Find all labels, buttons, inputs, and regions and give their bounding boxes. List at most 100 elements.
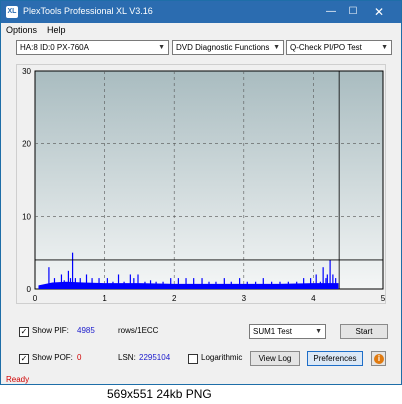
pi-error-bar [137, 274, 139, 289]
info-button[interactable]: i [371, 351, 386, 366]
chevron-down-icon: ▼ [273, 44, 280, 51]
pi-error-bar [149, 280, 152, 289]
pi-error-bar [123, 281, 125, 289]
pi-error-bar [177, 278, 179, 289]
show-pif-checkbox[interactable]: ✓ [19, 327, 29, 337]
pi-error-bar [98, 278, 100, 289]
pi-error-bar [208, 281, 210, 289]
show-pof-checkbox[interactable]: ✓ [19, 354, 29, 364]
pi-error-bar [79, 278, 81, 289]
function-select[interactable]: DVD Diagnostic Functions ▼ [172, 40, 284, 55]
pi-error-bar [185, 278, 187, 289]
pi-error-bar [279, 281, 281, 289]
lsn-value: 2295104 [139, 353, 171, 362]
minimize-button[interactable]: — [320, 4, 342, 20]
pif-value: 4985 [77, 326, 95, 335]
x-tick-label: 3 [242, 294, 247, 303]
logarithmic-checkbox[interactable] [188, 354, 198, 364]
logarithmic-label: Logarithmic [201, 353, 243, 362]
pi-error-bar [48, 267, 50, 289]
test-select[interactable]: Q-Check PI/PO Test ▼ [286, 40, 392, 55]
pi-error-bar [106, 278, 108, 289]
pi-error-bar [67, 270, 70, 289]
pi-error-bar [230, 281, 232, 289]
x-tick-label: 4 [311, 294, 316, 303]
test-select-value: Q-Check PI/PO Test [290, 43, 362, 52]
pi-error-bar [112, 281, 114, 289]
plot-area [34, 70, 384, 290]
pi-error-bar [53, 278, 56, 289]
pof-value: 0 [77, 353, 82, 362]
start-button[interactable]: Start [340, 324, 388, 339]
pi-error-bar [193, 278, 195, 289]
pi-error-bar [255, 281, 257, 289]
pi-error-bar [310, 278, 312, 289]
pi-error-bar [315, 274, 317, 289]
x-tick-label: 5 [381, 294, 386, 303]
maximize-button[interactable]: ☐ [342, 4, 364, 20]
y-tick-label: 20 [22, 140, 31, 149]
x-tick-label: 2 [172, 294, 177, 303]
pi-error-bar [162, 281, 164, 289]
pi-error-bar [246, 281, 248, 289]
pi-error-bar [319, 281, 321, 289]
pi-error-bar [287, 281, 289, 289]
pi-error-bar [74, 278, 76, 289]
pi-error-bar [63, 280, 65, 289]
y-tick-label: 0 [27, 285, 32, 294]
image-caption: 569x551 24kb PNG [0, 385, 402, 404]
pif-unit: rows/1ECC [118, 326, 159, 335]
chart-panel: 0 1 2 3 4 5 0 10 20 30 [16, 64, 386, 304]
pi-error-bar [85, 274, 88, 289]
pi-error-bar [326, 274, 328, 289]
window-title: PlexTools Professional XL V3.16 [23, 6, 153, 16]
view-log-button[interactable]: View Log [250, 351, 300, 366]
pi-error-bar [155, 281, 157, 289]
pi-error-bar [332, 274, 334, 289]
menu-options[interactable]: Options [6, 25, 37, 35]
pi-error-bar [133, 278, 135, 289]
menu-bar: Options Help [1, 23, 401, 37]
pi-error-bar [129, 274, 131, 289]
pi-error-bar [262, 278, 264, 289]
pi-error-bar [91, 278, 93, 289]
drive-select[interactable]: HA:8 ID:0 PX-760A ▼ [16, 40, 169, 55]
y-tick-label: 10 [22, 212, 31, 221]
pi-error-bar [329, 259, 331, 289]
app-window: XL PlexTools Professional XL V3.16 — ☐ ✕… [0, 0, 402, 385]
pi-error-bar [223, 278, 225, 289]
pi-error-bar [325, 278, 327, 289]
pi-error-bar [144, 281, 146, 289]
sum-test-select[interactable]: SUM1 Test ▼ [249, 324, 326, 339]
plextools-app-icon: XL [6, 6, 18, 18]
pi-error-bar [201, 278, 203, 289]
pi-error-bar [170, 278, 172, 289]
preferences-button[interactable]: Preferences [307, 351, 363, 366]
chevron-down-icon: ▼ [381, 44, 388, 51]
pi-error-bar [296, 281, 298, 289]
pi-error-bar [335, 278, 337, 289]
chevron-down-icon: ▼ [315, 328, 322, 335]
chevron-down-icon: ▼ [158, 44, 165, 51]
lsn-label: LSN: [118, 353, 136, 362]
pi-error-bar [322, 267, 324, 289]
pi-error-bar [303, 278, 305, 289]
x-tick-label: 1 [102, 294, 107, 303]
status-bar-text: Ready [6, 375, 30, 384]
pi-error-bar [271, 281, 273, 289]
pi-po-chart: 0 1 2 3 4 5 0 10 20 30 [22, 67, 386, 303]
pi-error-bar [71, 252, 74, 289]
show-pif-label: Show PIF: [32, 326, 69, 335]
pi-error-bar [69, 278, 72, 289]
info-icon: i [374, 354, 384, 364]
function-select-value: DVD Diagnostic Functions [176, 43, 270, 52]
pi-error-bar [117, 274, 120, 289]
pi-error-bar [60, 274, 63, 289]
menu-help[interactable]: Help [47, 25, 66, 35]
title-bar[interactable]: XL PlexTools Professional XL V3.16 — ☐ ✕ [1, 1, 401, 23]
x-tick-label: 0 [33, 294, 38, 303]
caption-text: 569x551 24kb PNG [107, 387, 212, 401]
y-tick-label: 30 [22, 67, 31, 76]
sum-test-value: SUM1 Test [253, 327, 292, 336]
close-button[interactable]: ✕ [368, 4, 390, 20]
